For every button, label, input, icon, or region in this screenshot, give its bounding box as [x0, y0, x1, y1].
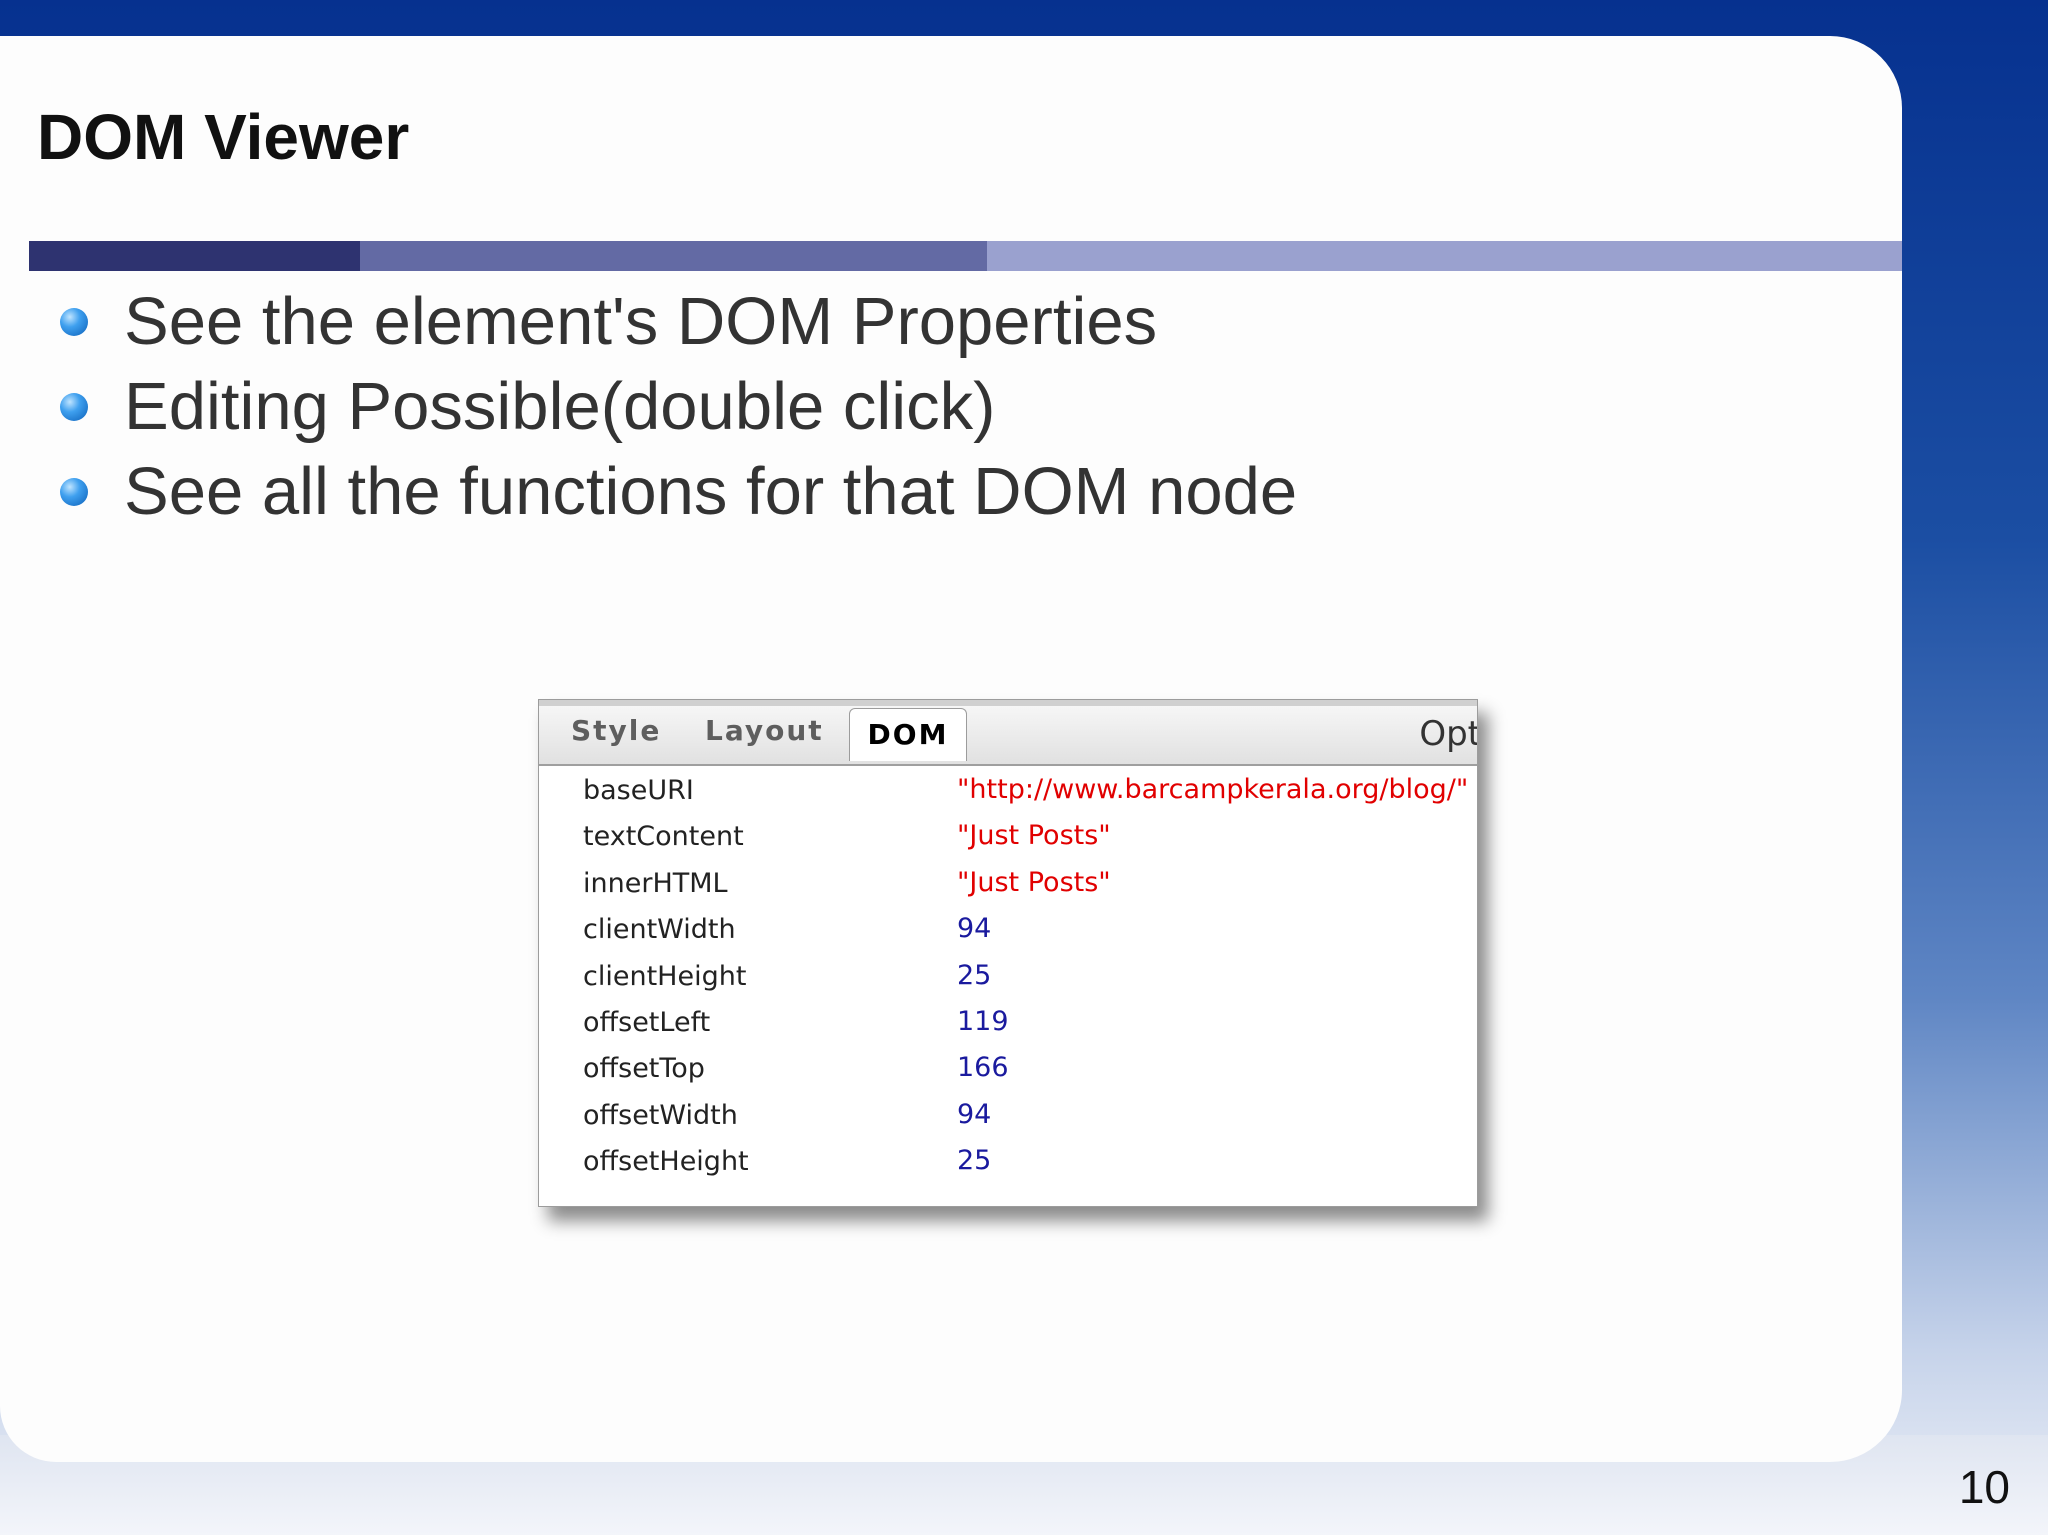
- property-name: innerHTML: [583, 867, 728, 899]
- dom-property-row[interactable]: offsetLeft 119: [539, 998, 1477, 1044]
- title-divider-segment: [360, 241, 987, 271]
- dom-property-list: baseURI "http://www.barcampkerala.org/bl…: [539, 766, 1477, 1184]
- dom-property-row[interactable]: innerHTML "Just Posts": [539, 859, 1477, 905]
- property-value[interactable]: 94: [957, 913, 991, 944]
- property-name: baseURI: [583, 775, 694, 806]
- property-name: offsetHeight: [583, 1146, 749, 1178]
- dom-property-row[interactable]: clientWidth 94: [539, 905, 1477, 951]
- property-name: textContent: [583, 821, 744, 853]
- dom-property-row[interactable]: clientHeight 25: [539, 952, 1477, 998]
- page-number: 10: [1958, 1461, 2010, 1513]
- property-name: clientHeight: [583, 960, 747, 992]
- dom-property-row[interactable]: baseURI "http://www.barcampkerala.org/bl…: [539, 766, 1477, 812]
- bullet-text: Editing Possible(double click): [124, 369, 996, 444]
- property-value[interactable]: "Just Posts": [957, 820, 1111, 851]
- bullet-text: See the element's DOM Properties: [124, 284, 1158, 359]
- dom-property-row[interactable]: offsetTop 166: [539, 1044, 1477, 1090]
- property-value[interactable]: "http://www.barcampkerala.org/blog/": [957, 774, 1468, 805]
- dom-viewer-panel: Style Layout DOM Opt __ baseURI "http://…: [538, 699, 1478, 1207]
- bullet-text: See all the functions for that DOM node: [124, 454, 1298, 529]
- bullet-icon: [60, 308, 88, 336]
- property-value[interactable]: "Just Posts": [957, 867, 1111, 898]
- dom-property-row[interactable]: offsetHeight 25: [539, 1137, 1477, 1183]
- bullet-icon: [60, 478, 88, 506]
- dom-property-row[interactable]: textContent "Just Posts": [539, 812, 1477, 858]
- title-divider-segment: [987, 241, 1902, 271]
- bullet-icon: [60, 393, 88, 421]
- title-divider-segment: [29, 241, 360, 271]
- property-name: clientWidth: [583, 914, 736, 946]
- panel-tab-bar: Style Layout DOM Opt: [539, 700, 1477, 766]
- property-value[interactable]: 119: [957, 1006, 1009, 1037]
- slide-title: DOM Viewer: [37, 101, 410, 173]
- property-value[interactable]: 25: [957, 1145, 991, 1176]
- property-name: offsetLeft: [583, 1006, 711, 1038]
- clipped-row-fragment: __: [583, 754, 623, 762]
- dom-property-row[interactable]: offsetWidth 94: [539, 1091, 1477, 1137]
- tab-style[interactable]: Style: [571, 714, 661, 747]
- property-value[interactable]: 94: [957, 1099, 991, 1130]
- property-value[interactable]: 166: [957, 1052, 1009, 1083]
- tab-dom[interactable]: DOM: [849, 708, 967, 761]
- property-name: offsetWidth: [583, 1099, 738, 1131]
- property-name: offsetTop: [583, 1053, 705, 1085]
- property-value[interactable]: 25: [957, 960, 991, 991]
- tab-layout[interactable]: Layout: [705, 714, 824, 747]
- options-menu-button[interactable]: Opt: [1419, 714, 1477, 754]
